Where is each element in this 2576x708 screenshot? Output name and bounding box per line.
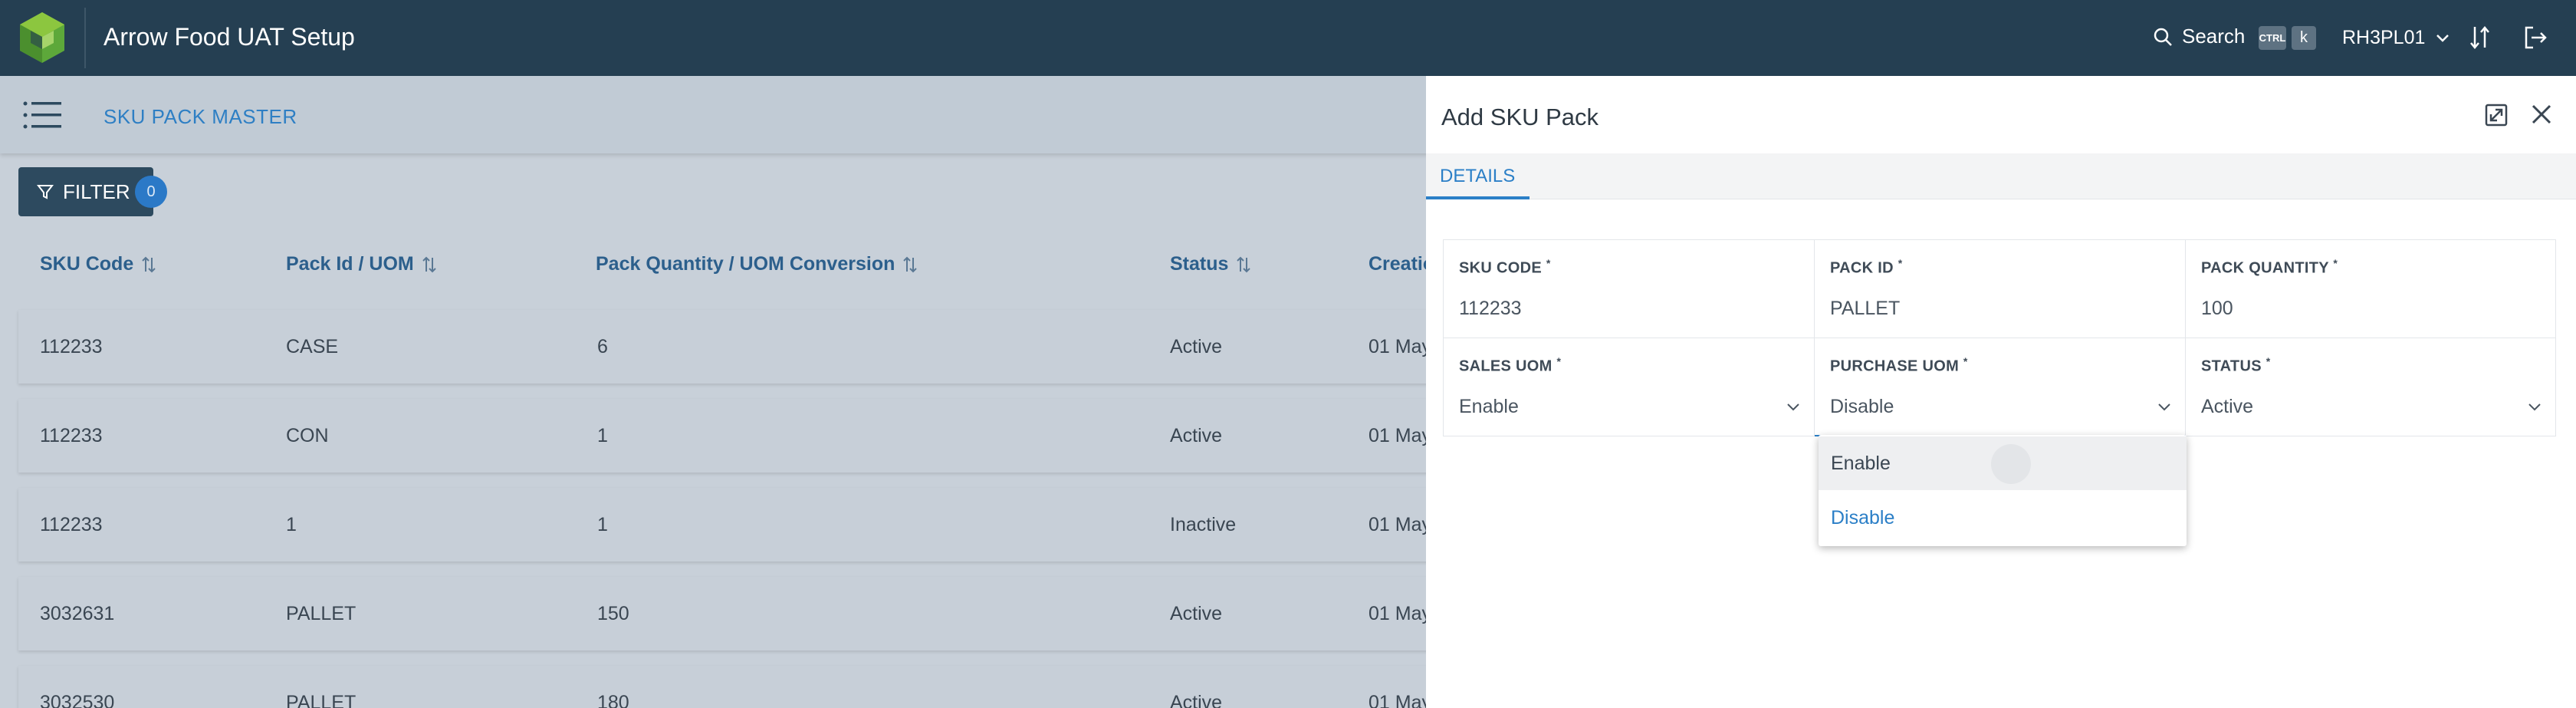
cell-pack: CASE [286,336,339,357]
cell-status: Active [1170,336,1223,357]
table-row[interactable]: 3032631 PALLET 150 Active 01 May [18,577,1452,650]
cell-sku: 112233 [40,514,103,535]
field-label: PACK ID * [1830,257,1903,277]
table-row[interactable]: 3032530 PALLET 180 Active 01 May [18,666,1452,708]
cell-qty: 1 [597,514,608,535]
tab-active-indicator [1426,196,1530,199]
table-row[interactable]: 112233 CASE 6 Active 01 May [18,310,1452,384]
cell-qty: 180 [597,692,629,708]
cell-qty: 6 [597,336,608,357]
dropdown-option-enable[interactable]: Enable [1819,436,2187,490]
sort-arrows-icon [142,256,156,272]
cell-pack: PALLET [286,603,356,624]
chevron-down-icon [2528,403,2541,411]
purchase-uom-dropdown: Enable Disable [1819,435,2187,546]
pack-id-field[interactable]: PACK ID * PALLET [1815,240,2186,338]
purchase-uom-value: Disable [1830,396,1894,417]
column-header-label: Pack Quantity / UOM Conversion [596,253,895,275]
column-header-label: Creatio [1368,253,1435,275]
kbd-k: k [2292,26,2316,50]
status-select[interactable]: STATUS * Active [2186,338,2555,436]
field-label: SALES UOM * [1459,355,1562,375]
app-title: Arrow Food UAT Setup [104,23,355,51]
search-icon [2154,28,2172,46]
column-header-sku-code[interactable]: SKU Code [40,253,156,275]
chevron-down-icon [2158,403,2170,411]
field-label: PACK QUANTITY * [2201,257,2338,277]
column-header-status[interactable]: Status [1170,253,1251,275]
field-label: PURCHASE UOM * [1830,355,1968,375]
table-row[interactable]: 112233 CON 1 Active 01 May [18,399,1452,473]
hamburger-menu-icon[interactable] [23,101,61,129]
sort-arrows-icon [422,256,436,272]
user-menu[interactable]: RH3PL01 [2342,27,2450,49]
add-sku-pack-panel: Add SKU Pack DETAILS SKU CODE * 112233 P… [1426,76,2576,708]
sku-code-value: 112233 [1459,298,1522,319]
page-title: SKU PACK MASTER [104,105,297,128]
cell-pack: 1 [286,514,297,535]
cell-sku: 3032631 [40,603,115,624]
panel-title: Add SKU Pack [1441,104,1599,130]
click-ripple [1991,444,2031,484]
pack-id-value: PALLET [1830,298,1901,319]
cell-pack: PALLET [286,692,356,708]
chevron-down-icon [1787,403,1799,411]
cell-created: 01 May [1368,603,1431,624]
cell-sku: 3032530 [40,692,115,708]
search-label: Search [2182,25,2246,48]
expand-icon[interactable] [2484,103,2509,127]
cell-qty: 1 [597,425,608,446]
sku-pack-form: SKU CODE * 112233 PACK ID * PALLET PACK … [1443,239,2556,436]
panel-tabs: DETAILS [1426,153,2576,199]
cell-sku: 112233 [40,336,103,357]
filter-count-badge: 0 [135,176,167,208]
cell-created: 01 May [1368,514,1431,535]
top-app-bar: Arrow Food UAT Setup Search CTRL k RH3PL… [0,0,2576,76]
cell-status: Active [1170,425,1223,446]
dropdown-option-disable[interactable]: Disable [1819,491,2187,545]
cell-created: 01 May [1368,425,1431,446]
sort-icon[interactable] [2469,25,2492,51]
column-header-label: SKU Code [40,253,134,275]
column-header-label: Pack Id / UOM [286,253,414,275]
field-label: STATUS * [2201,355,2271,375]
sort-arrows-icon [903,256,918,272]
close-icon[interactable] [2528,101,2555,127]
cell-sku: 112233 [40,425,103,446]
sales-uom-value: Enable [1459,396,1519,417]
pack-quantity-field[interactable]: PACK QUANTITY * 100 [2186,240,2555,338]
chevron-down-icon [2436,34,2450,42]
column-header-creation[interactable]: Creatio [1368,253,1434,275]
cell-qty: 150 [597,603,629,624]
pack-quantity-value: 100 [2201,298,2233,319]
filter-label: FILTER [63,179,130,203]
cell-created: 01 May [1368,336,1431,357]
cell-pack: CON [286,425,329,446]
filter-icon [37,185,54,199]
tab-details[interactable]: DETAILS [1440,166,1515,187]
filter-button[interactable]: FILTER [18,167,153,216]
column-header-pack-quantity[interactable]: Pack Quantity / UOM Conversion [596,253,918,275]
logout-icon[interactable] [2522,25,2548,51]
status-value: Active [2201,396,2254,417]
user-name: RH3PL01 [2342,27,2426,48]
logo-icon[interactable] [17,11,67,64]
purchase-uom-select[interactable]: PURCHASE UOM * Disable [1815,338,2186,436]
logo-divider [84,8,86,68]
field-label: SKU CODE * [1459,257,1551,277]
sales-uom-select[interactable]: SALES UOM * Enable [1444,338,1815,436]
cell-created: 01 May [1368,692,1431,708]
cell-status: Active [1170,692,1223,708]
kbd-ctrl: CTRL [2259,26,2286,50]
column-header-label: Status [1170,253,1229,275]
cell-status: Active [1170,603,1223,624]
table-row[interactable]: 112233 1 1 Inactive 01 May [18,488,1452,561]
option-label: Enable [1831,452,1891,474]
search-button[interactable]: Search [2153,25,2245,48]
sort-arrows-icon [1237,256,1251,272]
option-label: Disable [1831,506,1895,529]
sku-code-field[interactable]: SKU CODE * 112233 [1444,240,1815,338]
cell-status: Inactive [1170,514,1237,535]
column-header-pack-id[interactable]: Pack Id / UOM [286,253,437,275]
